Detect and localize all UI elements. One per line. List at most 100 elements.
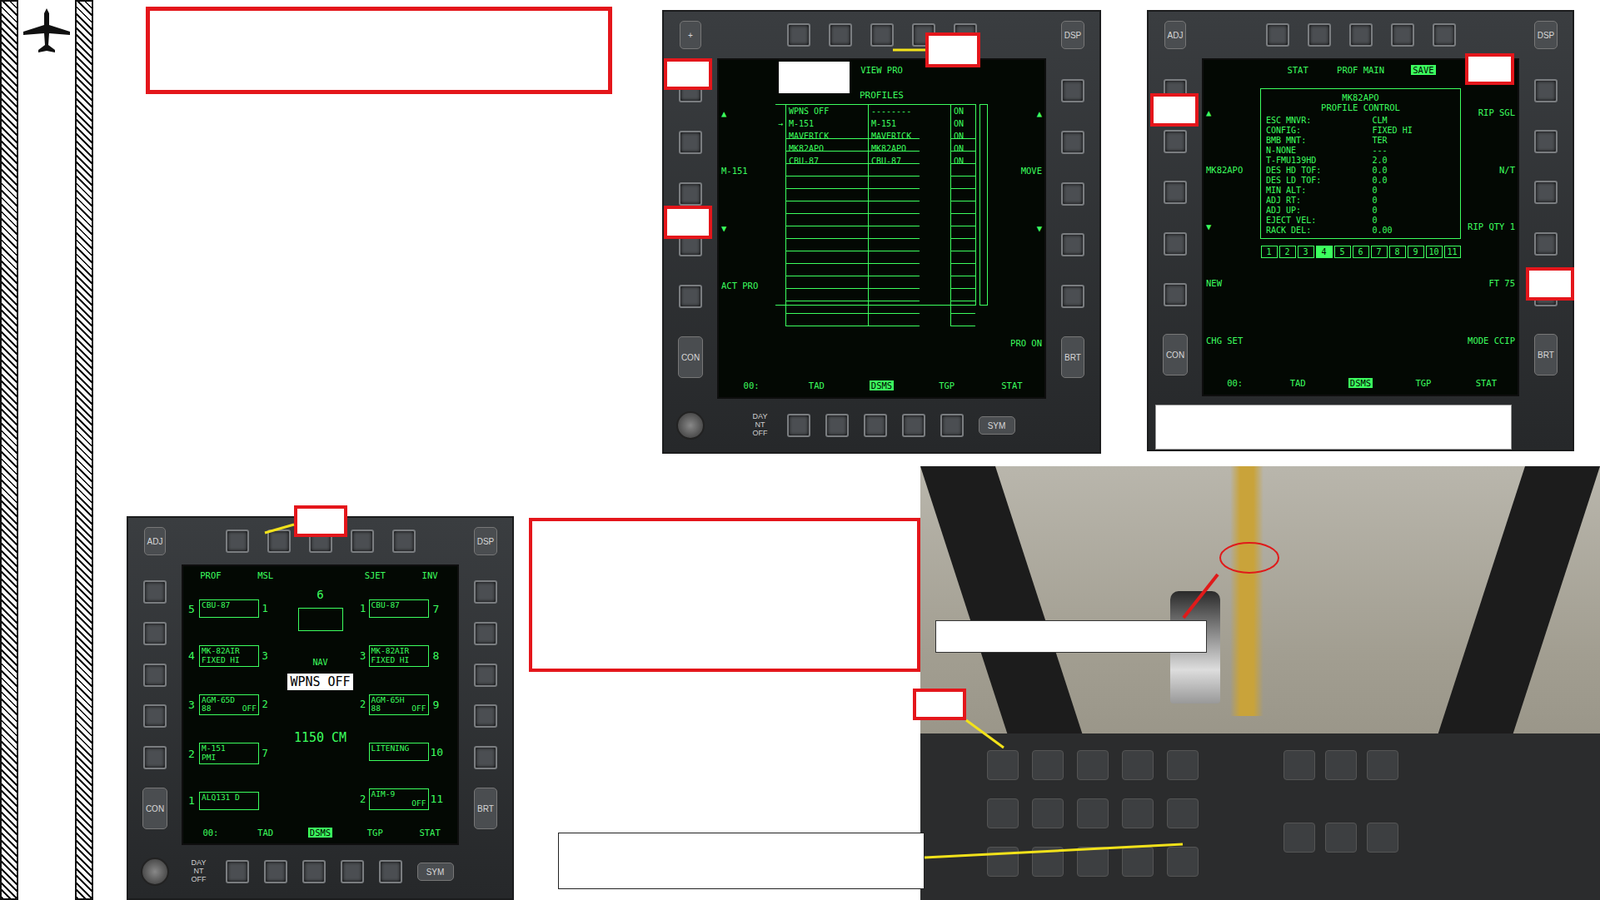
page-label[interactable]: TAD — [783, 381, 849, 392]
ufc-key[interactable] — [1121, 847, 1154, 878]
page-label[interactable]: TAD — [1266, 378, 1329, 389]
station-box[interactable]: 3 — [1297, 245, 1315, 259]
page-label[interactable]: STAT — [1455, 378, 1518, 389]
station[interactable]: 4MK-82AIRFIXED HI3 — [185, 645, 283, 668]
osb-button[interactable] — [267, 529, 291, 554]
osb-button[interactable] — [787, 23, 811, 47]
brt-rocker[interactable]: BRT — [473, 787, 498, 830]
osb-button[interactable] — [143, 746, 167, 770]
table-row[interactable] — [775, 242, 976, 255]
osb-button[interactable] — [264, 860, 288, 884]
station[interactable]: 3AGM-65D88OFF2 — [185, 694, 283, 717]
table-row[interactable]: WPNS OFF--------ON — [775, 104, 976, 118]
adj-rocker[interactable]: ADJ — [144, 527, 167, 556]
sym-rocker[interactable]: SYM — [417, 862, 454, 882]
osb-button[interactable] — [1061, 233, 1085, 257]
osb-button[interactable] — [473, 704, 498, 728]
osb-button[interactable] — [678, 130, 703, 155]
osb-button[interactable] — [473, 622, 498, 646]
page-label[interactable]: 00: — [183, 828, 239, 839]
table-row[interactable] — [775, 292, 976, 305]
adj-rocker[interactable]: ADJ — [1164, 20, 1187, 50]
ufc-key[interactable] — [1166, 847, 1199, 878]
ufc-key[interactable] — [1283, 822, 1316, 853]
table-row[interactable] — [775, 229, 976, 243]
station-box[interactable]: 9 — [1407, 245, 1425, 259]
osb-button[interactable] — [340, 860, 364, 884]
station-box[interactable]: 5 — [1334, 245, 1351, 259]
osb-button[interactable] — [302, 860, 326, 884]
table-row[interactable] — [775, 267, 976, 280]
station-box[interactable]: 1 — [1261, 245, 1278, 259]
osb-button[interactable] — [1307, 23, 1331, 47]
table-row[interactable]: MK82APOMK82APOON — [775, 142, 976, 155]
brt-rocker[interactable]: BRT — [1061, 336, 1085, 379]
osb-button[interactable] — [902, 413, 926, 438]
station[interactable]: LITENING10 — [358, 742, 456, 762]
ufc-key[interactable] — [986, 750, 1019, 781]
ufc-key[interactable] — [1076, 798, 1109, 829]
table-row[interactable] — [775, 192, 976, 205]
osb-button[interactable] — [350, 529, 374, 554]
con-rocker[interactable]: CON — [142, 787, 168, 830]
osb-button[interactable] — [225, 529, 250, 554]
table-row[interactable] — [775, 217, 976, 230]
station-box[interactable]: 4 — [1315, 245, 1333, 259]
osb-button[interactable] — [392, 529, 416, 554]
osb-button[interactable] — [1349, 23, 1373, 47]
page-label[interactable]: DSMS — [293, 828, 349, 839]
table-row[interactable] — [775, 204, 976, 218]
page-label[interactable]: STAT — [402, 828, 458, 839]
osb-button[interactable] — [1432, 23, 1456, 47]
station-box[interactable]: 11 — [1444, 245, 1461, 259]
ufc-key[interactable] — [1121, 750, 1154, 781]
osb-button[interactable] — [678, 284, 703, 309]
osb-button[interactable] — [473, 746, 498, 770]
osb-button[interactable] — [143, 704, 167, 728]
brt-rocker[interactable]: BRT — [1534, 333, 1558, 376]
osb-button[interactable] — [473, 580, 498, 604]
osb-button[interactable] — [1266, 23, 1290, 47]
station[interactable]: 5CBU-871 — [185, 599, 283, 619]
page-label[interactable]: DSMS — [1329, 378, 1392, 389]
table-row[interactable] — [775, 254, 976, 268]
page-label[interactable]: 00: — [1203, 378, 1267, 389]
page-label[interactable]: TGP — [347, 828, 403, 839]
osb-button[interactable] — [1163, 129, 1187, 154]
station-box[interactable]: 6 — [1352, 245, 1370, 259]
station-box[interactable]: 2 — [1279, 245, 1296, 259]
osb-button[interactable] — [828, 23, 853, 47]
table-row[interactable]: MAVERICKMAVERICKON — [775, 129, 976, 143]
osb-button[interactable] — [1061, 79, 1085, 103]
ufc-key[interactable] — [1325, 750, 1357, 781]
ufc-key[interactable] — [1076, 750, 1109, 781]
osb-button[interactable] — [1163, 283, 1187, 307]
osb-button[interactable] — [1061, 182, 1085, 206]
osb-button[interactable] — [1061, 284, 1085, 309]
station[interactable]: 2AGM-65H88OFF9 — [358, 694, 456, 717]
station[interactable]: 2M-151PMI7 — [185, 742, 283, 765]
ufc-key[interactable] — [1031, 847, 1064, 878]
osb-button[interactable] — [473, 663, 498, 688]
osb-button[interactable] — [1163, 180, 1187, 205]
ufc-key[interactable] — [1325, 822, 1357, 853]
table-row[interactable]: CBU-87CBU-87ON — [775, 154, 976, 168]
ufc-key[interactable] — [1076, 847, 1109, 878]
ufc-key[interactable] — [1283, 750, 1316, 781]
station-box[interactable]: 8 — [1389, 245, 1406, 259]
page-label[interactable]: TGP — [914, 381, 980, 392]
dsp-rocker[interactable]: DSP — [1061, 20, 1086, 50]
osb-button[interactable] — [870, 23, 894, 47]
table-row[interactable] — [775, 279, 976, 293]
table-row[interactable] — [775, 167, 976, 180]
osb-button[interactable] — [825, 413, 849, 438]
osb-button[interactable] — [378, 860, 403, 884]
knob-icon[interactable] — [676, 411, 705, 440]
page-label[interactable]: DSMS — [848, 381, 914, 392]
ufc-key[interactable] — [1121, 798, 1154, 829]
con-rocker[interactable]: CON — [1162, 333, 1188, 376]
station[interactable]: 2AIM-9OFF11 — [358, 788, 456, 811]
knob-icon[interactable] — [140, 857, 170, 887]
ufc-key[interactable] — [986, 847, 1019, 878]
osb-button[interactable] — [1534, 232, 1558, 256]
